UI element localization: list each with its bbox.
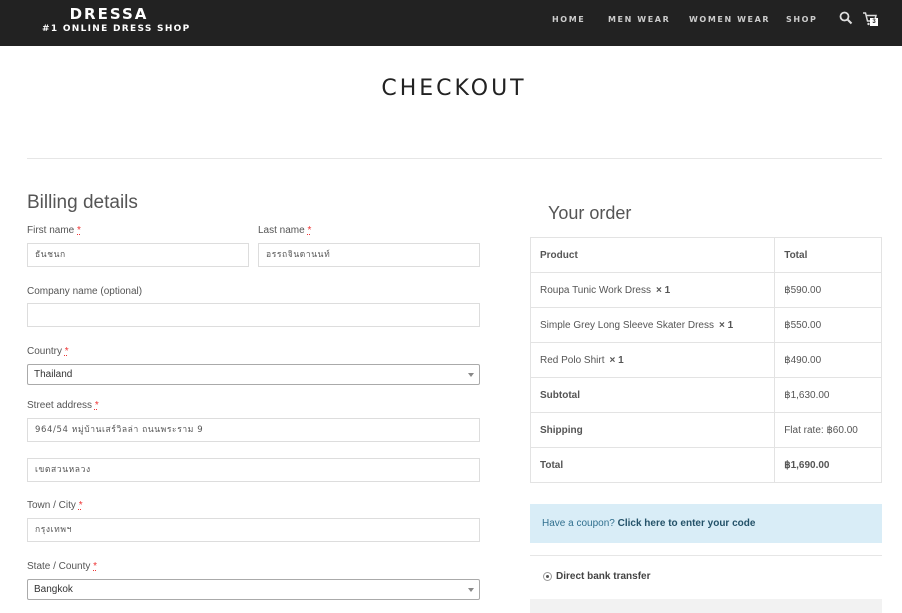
col-product-header: Product [529,237,776,273]
divider [27,158,882,159]
first-name-label: First name * [27,225,81,236]
brand-tagline: #1 ONLINE DRESS SHOP [42,24,191,34]
state-label: State / County * [27,561,98,572]
item-cell: Red Polo Shirt × 1 [529,342,776,378]
item-total: ฿590.00 [774,272,882,308]
state-select[interactable]: Bangkok [27,579,480,600]
total-row: Total ฿1,690.00 [529,447,882,483]
site-logo[interactable]: DRESSA #1 ONLINE DRESS SHOP [42,5,191,35]
street-address-field-2[interactable]: เขตสวนหลวง [27,458,480,482]
city-label: Town / City * [27,500,83,511]
payment-method-label[interactable]: Direct bank transfer [556,571,650,582]
shipping-row: Shipping Flat rate: ฿60.00 [529,412,882,448]
country-label: Country * [27,346,69,357]
shipping-value: Flat rate: ฿60.00 [774,412,882,448]
payment-radio[interactable] [543,572,552,581]
payment-description-box [530,599,882,613]
order-title: Your order [548,203,632,223]
cart-count-badge: 3 [870,18,878,26]
first-name-field[interactable]: ธันชนก [27,243,249,267]
company-field[interactable] [27,303,480,327]
table-header-row: Product Total [529,237,882,273]
company-label: Company name (optional) [27,286,143,297]
nav-home[interactable]: HOME [552,15,585,24]
item-total: ฿550.00 [774,307,882,343]
item-total: ฿490.00 [774,342,882,378]
divider [530,555,882,556]
top-navbar: DRESSA #1 ONLINE DRESS SHOP HOME MEN WEA… [0,0,902,46]
table-row: Roupa Tunic Work Dress × 1 ฿590.00 [529,272,882,308]
city-field[interactable]: กรุงเทพฯ [27,518,480,542]
coupon-notice: Have a coupon? Click here to enter your … [530,504,882,543]
last-name-field[interactable]: อรรถจินดานนท์ [258,243,480,267]
nav-women-wear[interactable]: WOMEN WEAR [689,15,770,24]
total-value: ฿1,690.00 [774,447,882,483]
table-row: Red Polo Shirt × 1 ฿490.00 [529,342,882,378]
item-cell: Simple Grey Long Sleeve Skater Dress × 1 [529,307,776,343]
brand-name: DRESSA [69,5,149,23]
chevron-down-icon [468,373,474,377]
col-total-header: Total [774,237,882,273]
street-address-field-1[interactable]: 964/54 หมู่บ้านเสร์วิลล่า ถนนพระราม 9 [27,418,480,442]
nav-shop[interactable]: SHOP [786,15,818,24]
table-row: Simple Grey Long Sleeve Skater Dress × 1 … [529,307,882,343]
subtotal-row: Subtotal ฿1,630.00 [529,377,882,413]
last-name-label: Last name * [258,225,312,236]
street-address-label: Street address * [27,400,99,411]
shipping-label: Shipping [529,412,776,448]
page-title: CHECKOUT [381,76,527,101]
subtotal-value: ฿1,630.00 [774,377,882,413]
subtotal-label: Subtotal [529,377,776,413]
order-table: Product Total Roupa Tunic Work Dress × 1 … [529,237,882,483]
item-cell: Roupa Tunic Work Dress × 1 [529,272,776,308]
coupon-link[interactable]: Click here to enter your code [618,518,756,529]
total-label: Total [529,447,776,483]
search-icon[interactable] [839,11,853,25]
nav-men-wear[interactable]: MEN WEAR [608,15,670,24]
country-select[interactable]: Thailand [27,364,480,385]
billing-title: Billing details [27,192,138,213]
chevron-down-icon [468,588,474,592]
